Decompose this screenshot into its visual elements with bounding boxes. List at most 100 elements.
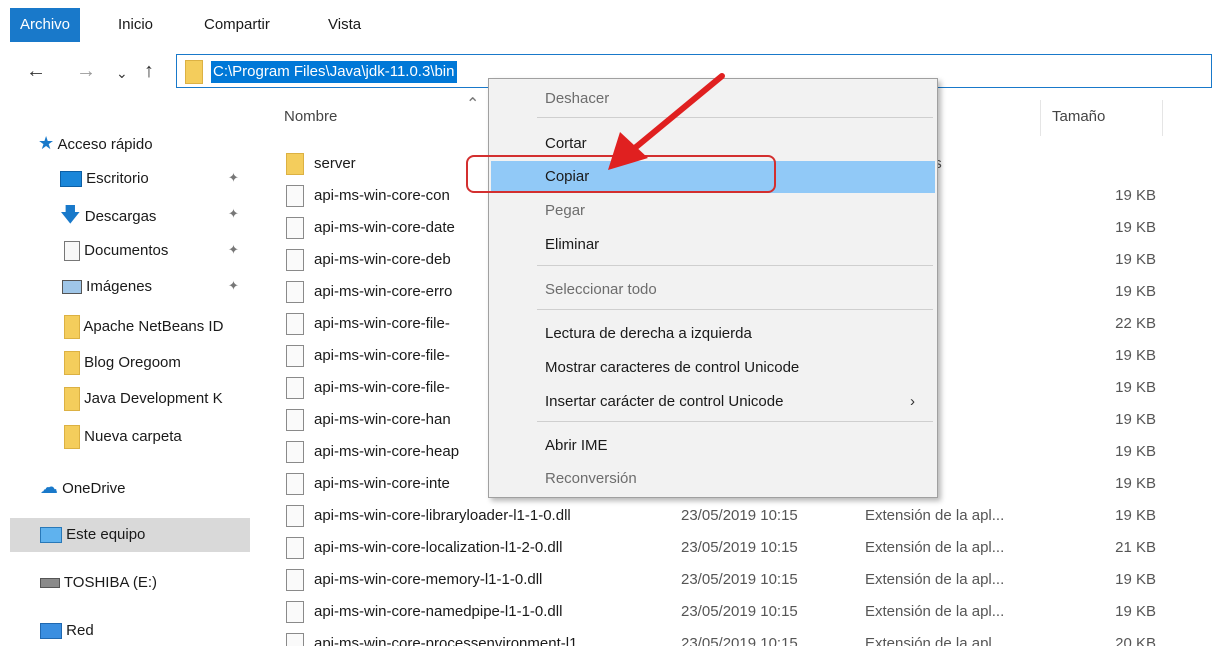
up-arrow-icon[interactable]: ↑ <box>144 58 154 84</box>
dll-file-icon <box>286 345 304 367</box>
menu-item-insertar-unicode[interactable]: Insertar carácter de control Unicode › <box>491 386 935 418</box>
file-name: api-ms-win-core-con <box>314 187 450 204</box>
menu-item-eliminar[interactable]: Eliminar <box>491 229 935 261</box>
file-type: Extensión de la apl... <box>865 603 1005 620</box>
file-date: 23/05/2019 10:15 <box>681 571 798 588</box>
dll-file-icon <box>286 313 304 335</box>
file-type: Extensión de la apl... <box>865 539 1005 556</box>
back-arrow-icon[interactable]: ← <box>26 58 46 84</box>
cloud-icon: ☁ <box>40 477 58 497</box>
file-name: api-ms-win-core-file- <box>314 315 450 332</box>
column-header-size[interactable]: Tamaño <box>1052 108 1105 125</box>
documents-icon <box>64 241 80 262</box>
file-date: 23/05/2019 10:15 <box>681 507 798 524</box>
file-name: api-ms-win-core-inte <box>314 475 450 492</box>
file-size: 19 KB <box>1115 603 1156 620</box>
nav-item-toshiba[interactable]: TOSHIBA (E:) <box>40 566 157 600</box>
file-name: api-ms-win-core-deb <box>314 251 451 268</box>
nav-item-quick-access[interactable]: ★ Acceso rápido <box>38 126 153 160</box>
nav-item-onedrive[interactable]: ☁ OneDrive <box>40 470 126 504</box>
column-header-name[interactable]: Nombre <box>284 108 337 125</box>
file-size: 20 KB <box>1115 635 1156 646</box>
column-divider <box>1162 100 1163 136</box>
file-date: 23/05/2019 10:15 <box>681 539 798 556</box>
dll-file-icon <box>286 377 304 399</box>
file-size: 19 KB <box>1115 507 1156 524</box>
dll-file-icon <box>286 601 304 623</box>
file-size: 21 KB <box>1115 539 1156 556</box>
nav-item-descargas[interactable]: 🡇 Descargas <box>60 198 156 232</box>
file-name: api-ms-win-core-date <box>314 219 455 236</box>
file-name: api-ms-win-core-file- <box>314 347 450 364</box>
menu-item-mostrar-unicode[interactable]: Mostrar caracteres de control Unicode <box>491 352 935 384</box>
nav-item-documentos[interactable]: Documentos <box>64 234 168 268</box>
file-date: 23/05/2019 10:15 <box>681 635 798 646</box>
pin-icon[interactable]: ✦ <box>228 242 239 258</box>
menu-separator <box>537 421 933 422</box>
menu-item-abrir-ime[interactable]: Abrir IME <box>491 430 935 462</box>
dll-file-icon <box>286 217 304 239</box>
table-row[interactable]: api-ms-win-core-namedpipe-l1-1-0.dll 23/0… <box>276 596 1212 628</box>
file-size: 22 KB <box>1115 315 1156 332</box>
file-type: Extensión de la apl... <box>865 571 1005 588</box>
tab-inicio[interactable]: Inicio <box>118 8 153 42</box>
forward-arrow-icon[interactable]: → <box>76 58 96 84</box>
nav-item-escritorio[interactable]: Escritorio <box>60 162 149 196</box>
pin-icon[interactable]: ✦ <box>228 170 239 186</box>
tab-vista[interactable]: Vista <box>328 8 361 42</box>
file-name: api-ms-win-core-file- <box>314 379 450 396</box>
folder-icon <box>64 387 80 412</box>
file-size: 19 KB <box>1115 251 1156 268</box>
file-type: Extensión de la apl... <box>865 635 1005 646</box>
file-name: server <box>314 155 356 172</box>
annotation-arrow-icon <box>608 73 725 170</box>
file-date: 23/05/2019 10:15 <box>681 603 798 620</box>
file-size: 19 KB <box>1115 219 1156 236</box>
dll-file-icon <box>286 473 304 495</box>
dll-file-icon <box>286 281 304 303</box>
menu-item-pegar[interactable]: Pegar <box>491 195 935 227</box>
address-path[interactable]: C:\Program Files\Java\jdk-11.0.3\bin <box>211 61 457 83</box>
folder-icon <box>64 351 80 376</box>
file-type: Extensión de la apl... <box>865 507 1005 524</box>
menu-separator <box>537 309 933 310</box>
recent-locations-chevron-icon[interactable]: ⌄ <box>116 60 128 86</box>
tab-archivo[interactable]: Archivo <box>10 8 81 42</box>
table-row[interactable]: api-ms-win-core-memory-l1-1-0.dll 23/05/2… <box>276 564 1212 596</box>
dll-file-icon <box>286 569 304 591</box>
file-size: 19 KB <box>1115 443 1156 460</box>
tab-compartir[interactable]: Compartir <box>204 8 270 42</box>
dll-file-icon <box>286 633 304 646</box>
folder-icon <box>64 425 80 450</box>
pin-icon[interactable]: ✦ <box>228 278 239 294</box>
nav-item-java-development-kit[interactable]: Java Development K <box>64 382 223 416</box>
nav-item-apache-netbeans[interactable]: Apache NetBeans ID <box>64 310 223 344</box>
table-row[interactable]: api-ms-win-core-libraryloader-l1-1-0.dll… <box>276 500 1212 532</box>
file-name: api-ms-win-core-erro <box>314 283 453 300</box>
table-row[interactable]: api-ms-win-core-processenvironment-l1 23/… <box>276 628 1212 646</box>
table-row[interactable]: api-ms-win-core-localization-l1-2-0.dll 2… <box>276 532 1212 564</box>
menu-item-seleccionar-todo[interactable]: Seleccionar todo <box>491 274 935 306</box>
pin-icon[interactable]: ✦ <box>228 206 239 222</box>
file-name: api-ms-win-core-processenvironment-l1 <box>314 635 578 646</box>
file-name: api-ms-win-core-heap <box>314 443 460 460</box>
folder-icon <box>185 60 203 84</box>
file-size: 19 KB <box>1115 347 1156 364</box>
nav-item-nueva-carpeta[interactable]: Nueva carpeta <box>64 420 182 454</box>
nav-item-blog-oregoom[interactable]: Blog Oregoom <box>64 346 181 380</box>
dll-file-icon <box>286 505 304 527</box>
menu-item-reconversion[interactable]: Reconversión <box>491 463 935 495</box>
file-size: 19 KB <box>1115 475 1156 492</box>
nav-item-red[interactable]: Red <box>40 614 94 646</box>
sort-caret-icon: ⌃ <box>466 96 480 113</box>
file-size: 19 KB <box>1115 379 1156 396</box>
download-icon: 🡇 <box>60 204 81 226</box>
menu-item-lectura-rtl[interactable]: Lectura de derecha a izquierda <box>491 318 935 350</box>
dll-file-icon <box>286 409 304 431</box>
folder-icon <box>286 153 304 175</box>
drive-icon <box>40 578 60 589</box>
ribbon: Archivo Inicio Compartir Vista <box>0 0 1212 44</box>
desktop-icon <box>60 171 82 188</box>
nav-item-este-equipo[interactable]: Este equipo <box>10 518 250 552</box>
nav-item-imagenes[interactable]: Imágenes <box>62 270 152 304</box>
